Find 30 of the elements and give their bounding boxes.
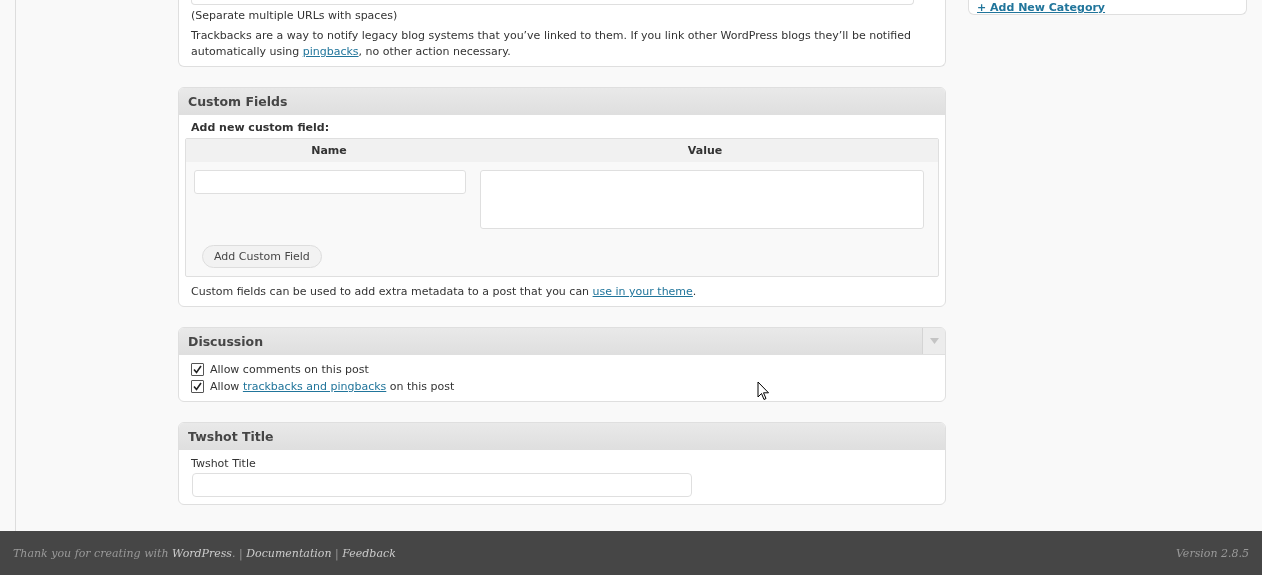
panel-title: Twshot Title — [188, 428, 274, 444]
hint-text: (Separate multiple URLs with spaces) — [191, 8, 399, 24]
custom-fields-note: Custom fields can be used to add extra metadata to a post that you can use in your theme. — [191, 284, 698, 300]
trackback-url-field[interactable] — [191, 0, 914, 5]
twshot-title-field[interactable] — [192, 473, 692, 497]
pingbacks-link[interactable]: pingbacks — [302, 45, 359, 58]
column-header: Name — [310, 144, 348, 157]
checkbox-label: Allow comments on this post — [210, 362, 369, 377]
triangle-down-icon — [929, 338, 939, 344]
trackbacks-pingbacks-link[interactable]: trackbacks and pingbacks — [242, 379, 387, 393]
checkbox-label: Allow trackbacks and pingbacks on this post — [210, 379, 455, 394]
field-label: Twshot Title — [191, 456, 257, 472]
footer-credits: Thank you for creating with WordPress. | Documentation | Feedback — [13, 546, 396, 560]
footer-link[interactable]: Feedback — [342, 546, 396, 560]
checkbox[interactable] — [191, 363, 204, 376]
version-text: Version 2.8.5 — [1175, 546, 1249, 560]
panel-title: Discussion — [188, 333, 264, 349]
value-field[interactable] — [480, 170, 924, 229]
footer-link[interactable]: Documentation — [246, 546, 332, 560]
footer-link[interactable]: WordPress — [172, 546, 233, 560]
checkbox[interactable] — [191, 380, 204, 393]
toggle-button[interactable] — [922, 328, 945, 354]
add-category-link[interactable]: + Add New Category — [977, 1, 1106, 14]
theme-link[interactable]: use in your theme — [592, 285, 693, 298]
add-custom-field-button[interactable]: Add Custom Field — [202, 245, 322, 268]
column-header: Value — [686, 144, 724, 157]
trackbacks-description: Trackbacks are a way to notify legacy blog systems that you’ve linked to them. If you link other WordPress blogs they’ll be notified automatically using pingbacks, no other action necessary. — [191, 28, 912, 60]
panel-title: Custom Fields — [188, 93, 288, 109]
name-field[interactable] — [194, 170, 466, 194]
section-label: Add new custom field: — [191, 121, 331, 134]
